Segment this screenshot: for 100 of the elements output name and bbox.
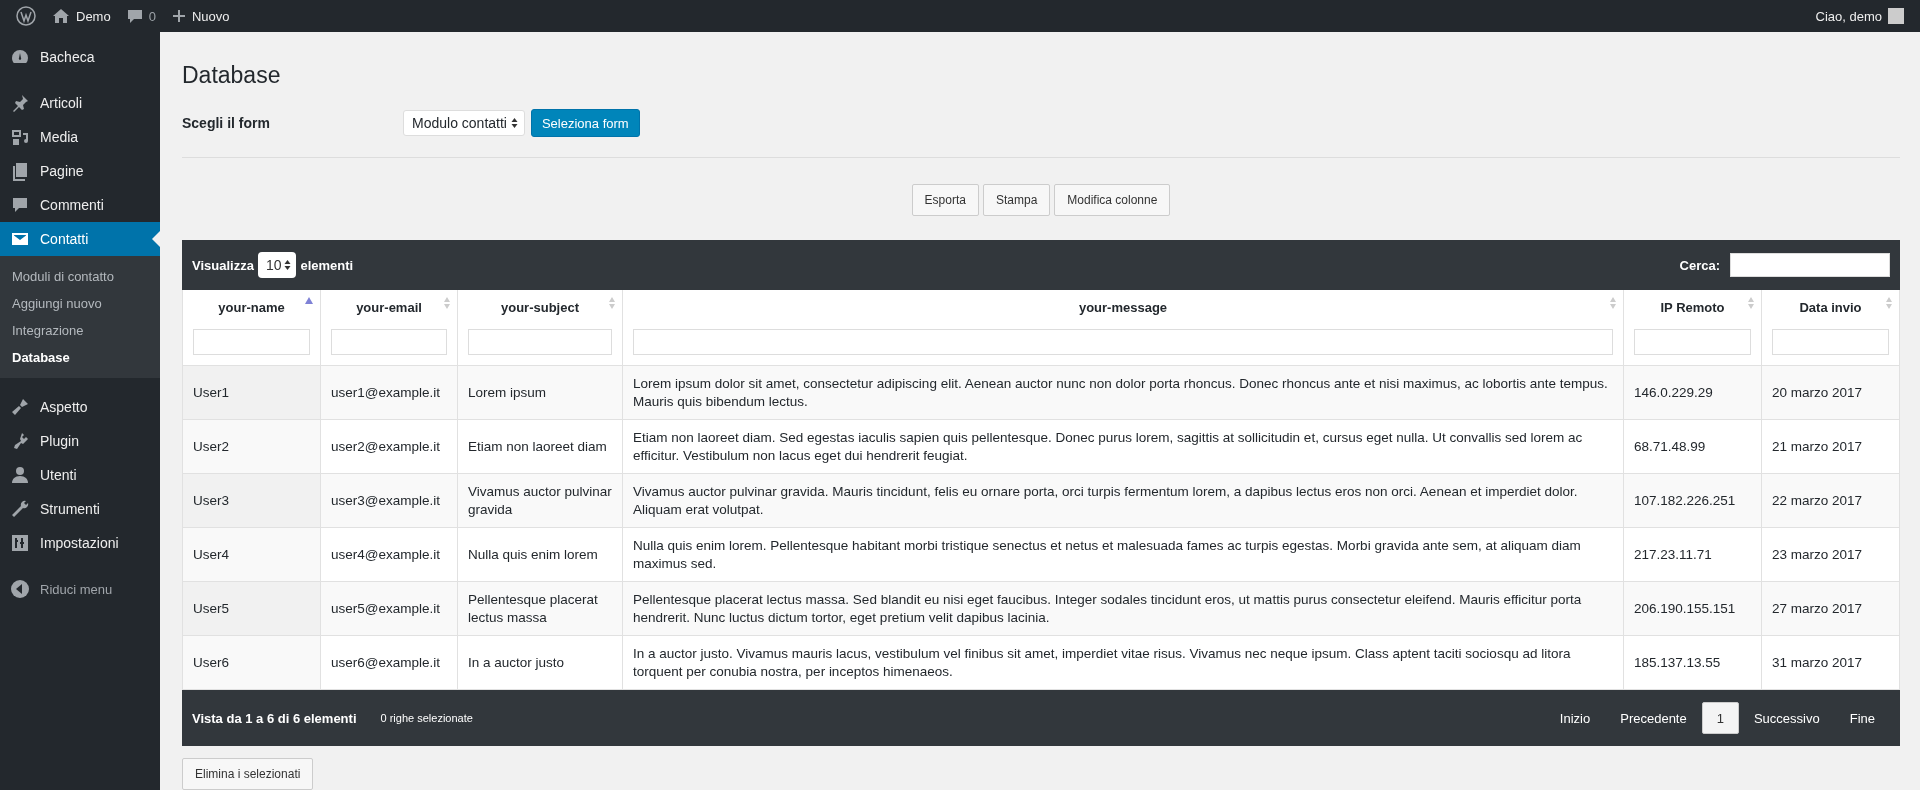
table-cell: user4@example.it — [320, 527, 458, 582]
form-label: Scegli il form — [182, 115, 271, 131]
new-link[interactable]: Nuovo — [191, 8, 230, 24]
menu-icon — [10, 161, 30, 181]
submenu-item[interactable]: Integrazione — [0, 317, 160, 344]
wordpress-logo-icon[interactable] — [16, 6, 36, 26]
menu-item[interactable]: Contatti — [0, 222, 160, 256]
table-cell: user2@example.it — [320, 419, 458, 474]
menu-icon — [10, 465, 30, 485]
table-cell: Nulla quis enim lorem. Pellentesque habitant morbi tristique senectus et netus et malesuada fames ac turpis egestas. Morbi gravida ante sem, at aliquam diam maximus sed. — [622, 527, 1624, 582]
pagination-link[interactable]: Inizio — [1544, 702, 1606, 734]
column-filter-field[interactable] — [1634, 329, 1751, 355]
select-form-button[interactable]: Seleziona form — [530, 109, 640, 137]
table-cell: Lorem ipsum dolor sit amet, consectetur adipiscing elit. Aenean auctor nunc non dolor porta rhoncus. Donec rhoncus ante et nisi maximus, ac lobortis ante tempus. Mauris quis bibendum lectus. — [622, 365, 1624, 420]
menu-item[interactable]: Impostazioni — [0, 526, 160, 560]
pagination-link[interactable]: Precedente — [1605, 702, 1702, 734]
table-cell: User4 — [182, 527, 321, 582]
menu-item[interactable]: Commenti — [0, 188, 160, 222]
table-cell: 68.71.48.99 — [1623, 419, 1762, 474]
table-cell: 21 marzo 2017 — [1761, 419, 1900, 474]
menu-item[interactable]: Bacheca — [0, 40, 160, 74]
table-cell: 185.137.13.55 — [1623, 635, 1762, 690]
table-cell: user3@example.it — [320, 473, 458, 528]
column-header[interactable]: your-subject — [501, 300, 579, 315]
action-button[interactable]: Stampa — [982, 184, 1051, 216]
column-header[interactable]: your-name — [218, 300, 285, 315]
table-cell: In a auctor justo. Vivamus mauris lacus, vestibulum vel finibus sit amet, imperdiet vitae risus. Vivamus nec neque ipsum. Class aptent taciti sociosqu ad litora torquent per conubia nostra, per inceptos himenaeos. — [622, 635, 1624, 690]
length-label: elementi — [300, 257, 354, 273]
menu-item[interactable]: Aspetto — [0, 390, 160, 424]
menu-item[interactable]: Articoli — [0, 86, 160, 120]
home-icon — [52, 8, 70, 24]
search-label: Cerca: — [1679, 257, 1720, 273]
table-cell: Etiam non laoreet diam — [457, 419, 623, 474]
table-cell: 206.190.155.151 — [1623, 581, 1762, 636]
selection-info: 0 righe selezionate — [380, 712, 473, 724]
column-filter-field[interactable] — [1772, 329, 1889, 355]
table-cell: Lorem ipsum — [457, 365, 623, 420]
table-cell: 20 marzo 2017 — [1761, 365, 1900, 420]
page-length-select[interactable]: 10 — [257, 252, 297, 278]
pagination-link[interactable]: Fine — [1834, 702, 1890, 734]
column-header[interactable]: your-message — [1078, 300, 1168, 315]
collapse-icon — [10, 579, 30, 599]
table-cell: 31 marzo 2017 — [1761, 635, 1900, 690]
table-cell: Etiam non laoreet diam. Sed egestas iaculis sapien quis pellentesque. Donec purus lorem, sagittis at sollicitudin et, cursus eget nulla. Ut convallis sed lorem ac efficitur. Vestibulum non lacus eget dui hendrerit feugiat. — [622, 419, 1624, 474]
stepper-icon — [510, 117, 518, 129]
table-cell: user6@example.it — [320, 635, 458, 690]
length-label: Visualizza — [192, 257, 254, 273]
table-cell: Nulla quis enim lorem — [457, 527, 623, 582]
table-info: Vista da 1 a 6 di 6 elementi — [192, 710, 357, 726]
site-link[interactable]: Demo — [76, 8, 111, 24]
plus-icon — [171, 9, 186, 23]
menu-item[interactable]: Utenti — [0, 458, 160, 492]
column-filter-field[interactable] — [633, 329, 1613, 355]
menu-item[interactable]: Plugin — [0, 424, 160, 458]
table-cell: 22 marzo 2017 — [1761, 473, 1900, 528]
action-button[interactable]: Modifica colonne — [1054, 184, 1171, 216]
table-cell: Vivamus auctor pulvinar gravida. Mauris tincidunt, felis eu ornare porta, orci turpis fermentum lorem, a dapibus lectus eros non orci. Aenean et imperdiet dolor. Aliquam erat volutpat. — [622, 473, 1624, 528]
table-cell: Vivamus auctor pulvinar gravida — [457, 473, 623, 528]
submenu-item[interactable]: Database — [0, 344, 160, 371]
pagination-link[interactable]: Successivo — [1738, 702, 1835, 734]
menu-item[interactable]: Media — [0, 120, 160, 154]
greeting-link[interactable]: Ciao, demo — [1815, 8, 1882, 24]
menu-item[interactable]: Pagine — [0, 154, 160, 188]
table-cell: 23 marzo 2017 — [1761, 527, 1900, 582]
menu-icon — [10, 533, 30, 553]
page-title: Database — [182, 61, 282, 90]
column-filter-field[interactable] — [468, 329, 612, 355]
avatar-icon — [1888, 8, 1904, 24]
delete-selected-button[interactable]: Elimina i selezionati — [182, 758, 314, 790]
table-cell: user1@example.it — [320, 365, 458, 420]
comment-count[interactable]: 0 — [148, 8, 156, 24]
menu-item[interactable]: Strumenti — [0, 492, 160, 526]
column-filter-field[interactable] — [193, 329, 310, 355]
table-cell: 107.182.226.251 — [1623, 473, 1762, 528]
table-cell: User3 — [182, 473, 321, 528]
action-button[interactable]: Esporta — [911, 184, 979, 216]
table-cell: User6 — [182, 635, 321, 690]
table-cell: Pellentesque placerat lectus massa — [457, 581, 623, 636]
table-cell: 146.0.229.29 — [1623, 365, 1762, 420]
menu-icon — [10, 397, 30, 417]
menu-icon — [10, 195, 30, 215]
search-field[interactable] — [1730, 253, 1890, 277]
page-button[interactable]: 1 — [1701, 702, 1739, 734]
stepper-icon — [284, 259, 292, 271]
menu-icon — [10, 499, 30, 519]
collapse-menu-button[interactable]: Riduci menu — [0, 572, 160, 606]
column-header[interactable]: your-email — [356, 300, 422, 315]
table-cell: User5 — [182, 581, 321, 636]
comment-icon — [126, 8, 143, 24]
column-header[interactable]: Data invio — [1799, 300, 1862, 315]
submenu-item[interactable]: Moduli di contatto — [0, 263, 160, 290]
column-filter-field[interactable] — [331, 329, 447, 355]
column-header[interactable]: IP Remoto — [1660, 300, 1725, 315]
table-cell: user5@example.it — [320, 581, 458, 636]
menu-icon — [10, 127, 30, 147]
table-cell: User2 — [182, 419, 321, 474]
table-cell: User1 — [182, 365, 321, 420]
submenu-item[interactable]: Aggiungi nuovo — [0, 290, 160, 317]
table-cell: 27 marzo 2017 — [1761, 581, 1900, 636]
form-select[interactable]: Modulo contatti — [403, 110, 525, 136]
